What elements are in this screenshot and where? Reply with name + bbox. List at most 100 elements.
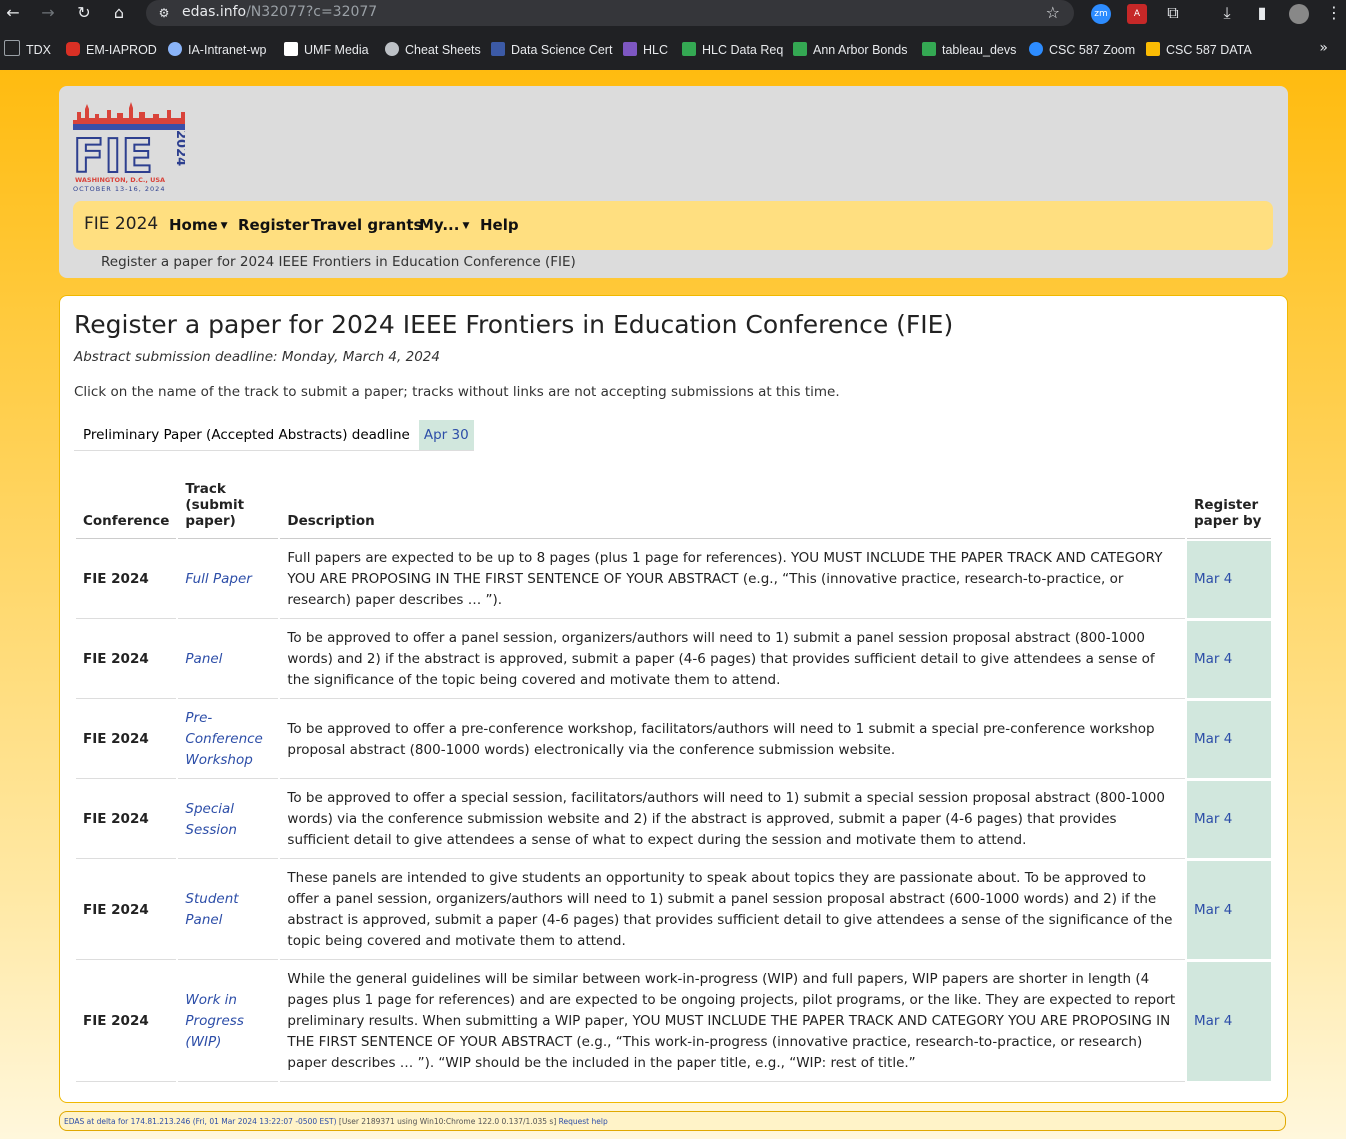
deadline-table: Preliminary Paper (Accepted Abstracts) d… xyxy=(74,420,474,451)
bookmark-item[interactable]: IA-Intranet-wp xyxy=(168,40,267,60)
footer-user: [User 2189371 using Win10:Chrome 122.0 0… xyxy=(338,1117,557,1126)
page-title: Register a paper for 2024 IEEE Frontiers… xyxy=(74,310,954,339)
profile-avatar[interactable] xyxy=(1289,4,1309,24)
nav-home[interactable]: Home ▼ xyxy=(169,216,228,234)
bookmark-item[interactable]: Data Science Cert xyxy=(491,40,612,60)
bookmark-favicon-icon xyxy=(491,42,505,56)
menu-icon[interactable]: ⋮ xyxy=(1323,3,1345,23)
site-header: FIE 2024 WASHINGTON, D.C., USA OCTOBER 1… xyxy=(59,86,1288,278)
caret-down-icon: ▼ xyxy=(462,221,470,231)
register-by-cell: Mar 4 xyxy=(1187,861,1271,960)
track-link[interactable]: Full Paper xyxy=(178,541,279,619)
url-host: edas.info xyxy=(182,4,247,20)
bookmark-item[interactable]: TDX xyxy=(4,40,51,60)
nav-my[interactable]: My... ▼ xyxy=(419,216,469,234)
footer-host[interactable]: EDAS at delta for 174.81.213.246 xyxy=(64,1117,190,1126)
table-row: FIE 2024 Panel To be approved to offer a… xyxy=(76,621,1271,699)
svg-text:WASHINGTON, D.C., USA: WASHINGTON, D.C., USA xyxy=(75,176,165,184)
address-bar[interactable]: ⚙ edas.info/N32077?c=32077 ☆ xyxy=(146,0,1074,26)
bookmark-item[interactable]: Cheat Sheets xyxy=(385,40,481,60)
reload-icon[interactable]: ↻ xyxy=(73,3,95,23)
bookmark-item[interactable]: CSC 587 Zoom xyxy=(1029,40,1135,60)
bookmarks-bar: TDX EM-IAPROD IA-Intranet-wp UMF Media C… xyxy=(0,36,1346,64)
bookmark-favicon-icon xyxy=(623,42,637,56)
deadline-date: Apr 30 xyxy=(418,420,474,451)
table-row: FIE 2024 Work in Progress (WIP) While th… xyxy=(76,962,1271,1082)
conference-cell: FIE 2024 xyxy=(76,701,177,779)
nav-help[interactable]: Help xyxy=(480,216,519,234)
wordpress-icon xyxy=(168,42,182,56)
table-row: FIE 2024 Student Panel These panels are … xyxy=(76,861,1271,960)
brand-link[interactable]: FIE 2024 xyxy=(84,214,158,234)
register-by-cell: Mar 4 xyxy=(1187,781,1271,859)
bookmark-item[interactable]: EM-IAPROD xyxy=(66,40,157,60)
bookmark-item[interactable]: Ann Arbor Bonds xyxy=(793,40,908,60)
register-by-cell: Mar 4 xyxy=(1187,962,1271,1082)
col-conference: Conference xyxy=(76,476,177,539)
track-link[interactable]: Special Session xyxy=(178,781,279,859)
sheets-icon xyxy=(793,42,807,56)
bookmark-item[interactable]: HLC Data Req xyxy=(682,40,783,60)
more-bookmarks-icon[interactable]: » xyxy=(1319,40,1328,56)
table-row: FIE 2024 Special Session To be approved … xyxy=(76,781,1271,859)
deadline-row: Preliminary Paper (Accepted Abstracts) d… xyxy=(74,420,474,451)
description-cell: While the general guidelines will be sim… xyxy=(280,962,1185,1082)
track-link[interactable]: Student Panel xyxy=(178,861,279,960)
sheets-icon xyxy=(682,42,696,56)
main-content: Register a paper for 2024 IEEE Frontiers… xyxy=(59,295,1288,1103)
back-icon[interactable]: ← xyxy=(2,3,24,23)
bookmark-item[interactable]: UMF Media xyxy=(284,40,369,60)
globe-icon xyxy=(385,42,399,56)
downloads-icon[interactable]: ⤓ xyxy=(1216,3,1238,23)
drive-icon xyxy=(1146,42,1160,56)
site-info-icon[interactable]: ⚙ xyxy=(156,5,172,21)
svg-text:2024: 2024 xyxy=(173,130,185,166)
col-register-by: Register paper by xyxy=(1187,476,1271,539)
table-header-row: Conference Track (submit paper) Descript… xyxy=(76,476,1271,539)
footer-timestamp: (Fri, 01 Mar 2024 13:22:07 -0500 EST) xyxy=(192,1117,337,1126)
zoom-extension-icon[interactable]: zm xyxy=(1091,4,1111,24)
main-nav: FIE 2024 Home ▼ Register Travel grants My… xyxy=(73,201,1273,250)
breadcrumb: Register a paper for 2024 IEEE Frontiers… xyxy=(101,254,576,270)
conference-cell: FIE 2024 xyxy=(76,962,177,1082)
instructions: Click on the name of the track to submit… xyxy=(74,384,840,400)
track-link[interactable]: Panel xyxy=(178,621,279,699)
description-cell: Full papers are expected to be up to 8 p… xyxy=(280,541,1185,619)
page-footer: EDAS at delta for 174.81.213.246 (Fri, 0… xyxy=(59,1111,1286,1131)
register-by-cell: Mar 4 xyxy=(1187,701,1271,779)
side-panel-icon[interactable]: ▮ xyxy=(1251,3,1273,23)
forward-icon[interactable]: → xyxy=(37,3,59,23)
extensions-icon[interactable]: ⧉ xyxy=(1162,3,1184,23)
request-help-link[interactable]: Request help xyxy=(559,1117,608,1126)
bookmark-favicon-icon xyxy=(284,42,298,56)
nav-register[interactable]: Register xyxy=(238,216,309,234)
description-cell: To be approved to offer a panel session,… xyxy=(280,621,1185,699)
table-row: FIE 2024 Full Paper Full papers are expe… xyxy=(76,541,1271,619)
pdf-extension-icon[interactable]: A xyxy=(1127,4,1147,24)
fie-logo[interactable]: FIE 2024 WASHINGTON, D.C., USA OCTOBER 1… xyxy=(73,100,185,194)
bookmark-favicon-icon xyxy=(66,42,80,56)
browser-chrome: ← → ↻ ⌂ ⚙ edas.info/N32077?c=32077 ☆ zm … xyxy=(0,0,1346,70)
folder-icon xyxy=(4,40,20,56)
track-link[interactable]: Work in Progress (WIP) xyxy=(178,962,279,1082)
description-cell: To be approved to offer a pre-conference… xyxy=(280,701,1185,779)
bookmark-item[interactable]: HLC xyxy=(623,40,668,60)
home-icon[interactable]: ⌂ xyxy=(108,3,130,23)
url-path: /N32077?c=32077 xyxy=(246,4,378,20)
zoom-icon xyxy=(1029,42,1043,56)
bookmark-star-icon[interactable]: ☆ xyxy=(1046,3,1060,22)
svg-text:OCTOBER 13-16, 2024: OCTOBER 13-16, 2024 xyxy=(73,185,165,193)
bookmark-item[interactable]: CSC 587 DATA xyxy=(1146,40,1252,60)
conference-cell: FIE 2024 xyxy=(76,621,177,699)
tracks-table: Conference Track (submit paper) Descript… xyxy=(74,474,1273,1084)
abstract-deadline: Abstract submission deadline: Monday, Ma… xyxy=(74,349,440,365)
track-link[interactable]: Pre-Conference Workshop xyxy=(178,701,279,779)
description-cell: To be approved to offer a special sessio… xyxy=(280,781,1185,859)
deadline-label: Preliminary Paper (Accepted Abstracts) d… xyxy=(74,420,419,451)
nav-travel-grants[interactable]: Travel grants xyxy=(311,216,422,234)
col-description: Description xyxy=(280,476,1185,539)
register-by-cell: Mar 4 xyxy=(1187,621,1271,699)
bookmark-item[interactable]: tableau_devs xyxy=(922,40,1016,60)
col-track: Track (submit paper) xyxy=(178,476,279,539)
caret-down-icon: ▼ xyxy=(220,221,228,231)
